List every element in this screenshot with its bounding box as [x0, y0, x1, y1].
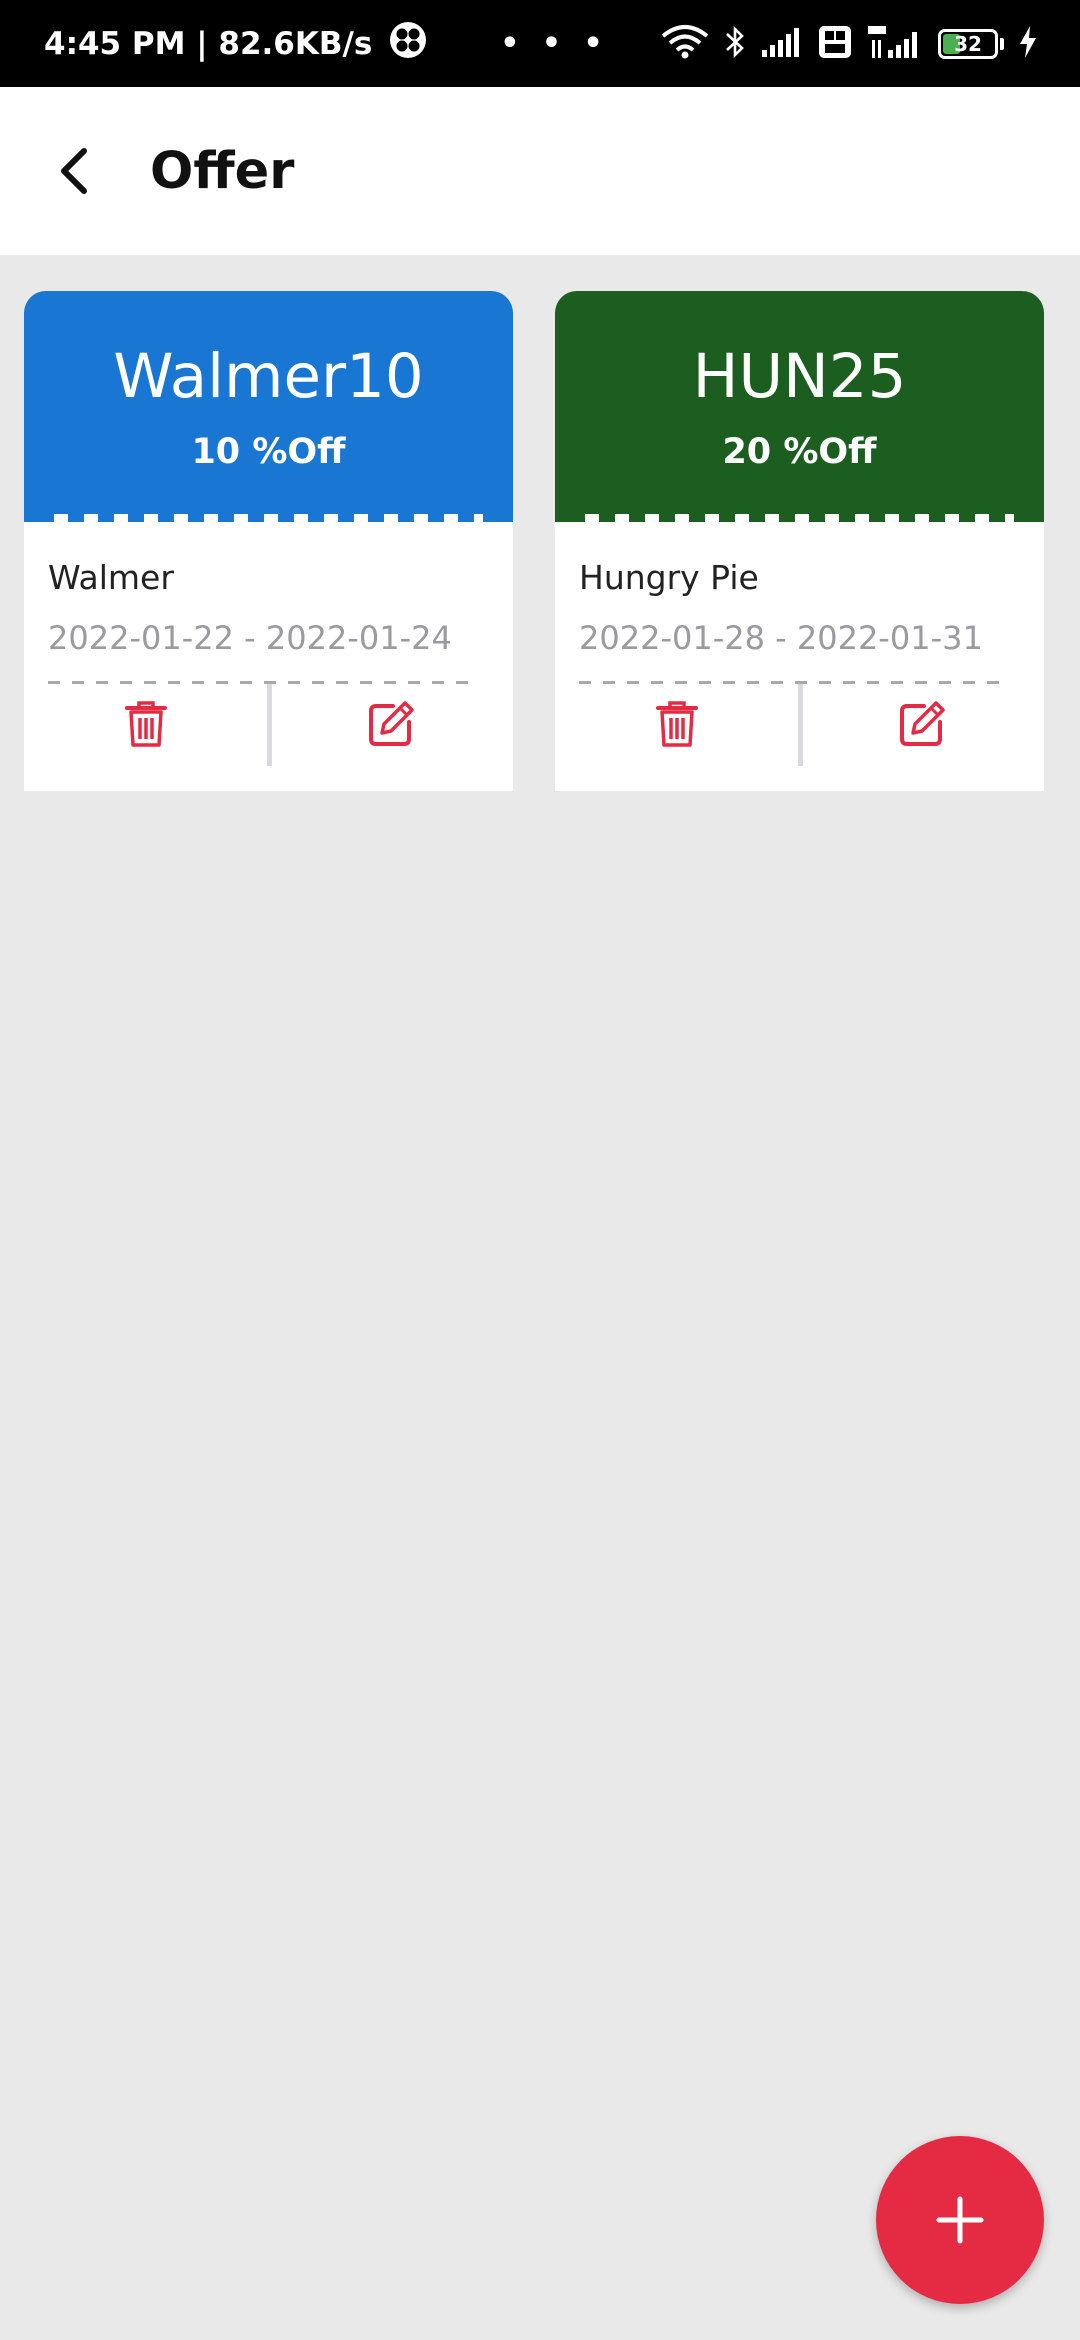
bluetooth-icon [724, 24, 746, 64]
offer-actions [24, 684, 514, 766]
signal-icon [760, 26, 804, 62]
offer-merchant: Hungry Pie [579, 558, 759, 597]
delete-button[interactable] [24, 684, 269, 764]
fan-icon [388, 20, 428, 68]
offer-dates: 2022-01-22 - 2022-01-24 [48, 619, 452, 657]
battery-level: 32 [954, 31, 982, 56]
battery-icon: 32 [938, 28, 998, 59]
edit-button[interactable] [800, 684, 1045, 764]
signal-4g-icon [866, 24, 924, 64]
perforation [54, 514, 483, 522]
add-offer-button[interactable] [876, 2136, 1044, 2304]
status-bar: 4:45 PM | 82.6KB/s • • • 32 [0, 0, 1080, 87]
offer-card-header: HUN25 20 %Off [555, 291, 1044, 522]
action-divider [266, 684, 272, 766]
edit-button[interactable] [269, 684, 514, 764]
back-button[interactable] [38, 135, 110, 207]
app-bar: Offer [0, 87, 1080, 255]
offer-discount: 10 %Off [191, 432, 346, 473]
offer-card-header: Walmer10 10 %Off [24, 291, 513, 522]
perforation [585, 514, 1014, 522]
trash-icon [125, 701, 168, 747]
offer-dates: 2022-01-28 - 2022-01-31 [579, 619, 983, 657]
trash-icon [656, 701, 699, 747]
delete-button[interactable] [555, 684, 800, 764]
edit-icon [368, 701, 414, 746]
wifi-icon [660, 24, 710, 64]
offer-discount: 20 %Off [722, 432, 877, 473]
offer-merchant: Walmer [48, 558, 174, 597]
charging-icon [1018, 25, 1038, 63]
offer-code: HUN25 [692, 341, 907, 412]
page-title: Offer [150, 141, 295, 201]
offer-card-body: Walmer 2022-01-22 - 2022-01-24 [24, 522, 513, 684]
offer-card[interactable]: Walmer10 10 %Off Walmer 2022-01-22 - 202… [24, 291, 513, 791]
volte-icon [818, 25, 852, 63]
status-right: 32 [660, 24, 1038, 64]
status-time-speed: 4:45 PM | 82.6KB/s [44, 25, 373, 62]
offer-actions [555, 684, 1045, 766]
offer-card[interactable]: HUN25 20 %Off Hungry Pie 2022-01-28 - 20… [555, 291, 1044, 791]
offer-code: Walmer10 [113, 341, 424, 412]
status-left: 4:45 PM | 82.6KB/s • • • [44, 20, 609, 68]
offer-card-body: Hungry Pie 2022-01-28 - 2022-01-31 [555, 522, 1044, 684]
arrow-back-icon [61, 148, 87, 194]
more-notifications-icon: • • • [500, 26, 609, 61]
edit-icon [899, 701, 945, 746]
plus-icon [936, 2196, 984, 2244]
action-divider [797, 684, 803, 766]
battery-indicator: 32 [938, 28, 1004, 59]
